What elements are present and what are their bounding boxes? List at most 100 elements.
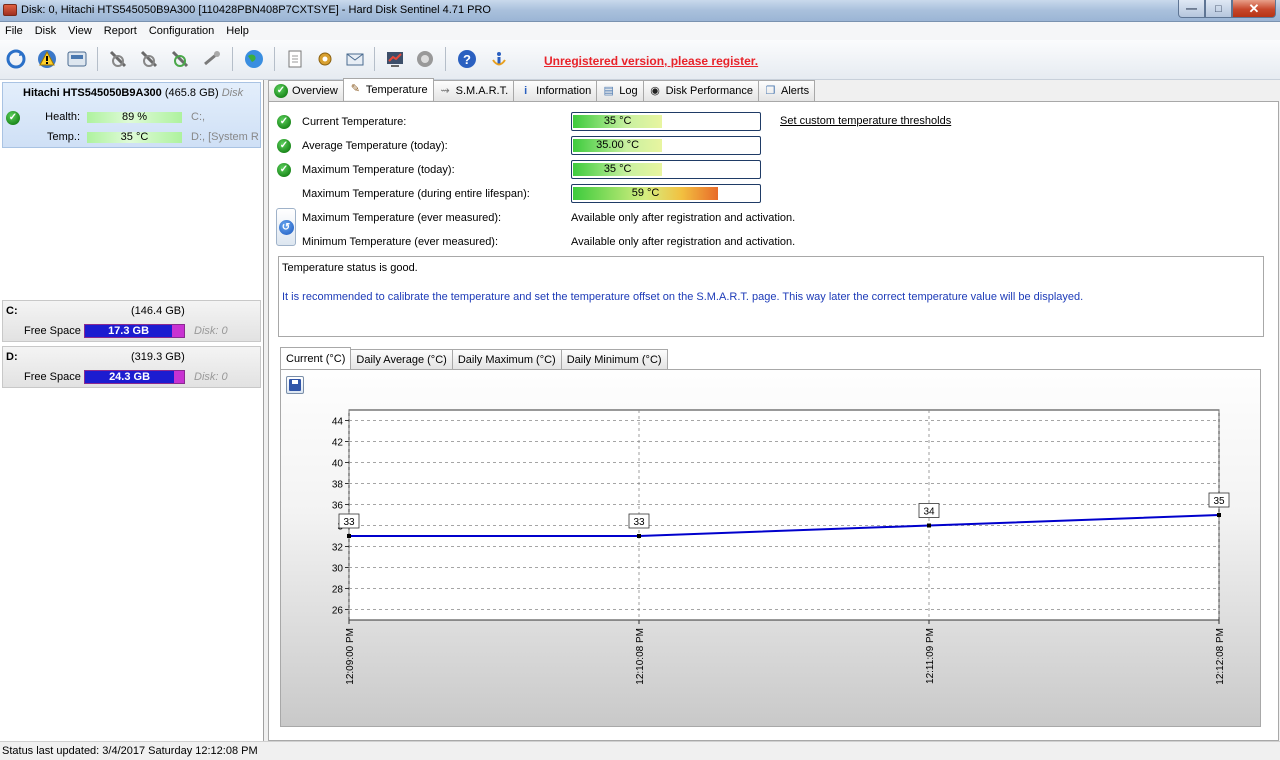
temp-drive: D:, [System R bbox=[191, 131, 259, 143]
temperature-chart: 262830323363840424412:09:00 PM12:10:08 P… bbox=[332, 409, 1230, 685]
tab-alerts[interactable]: ❐ Alerts bbox=[757, 80, 816, 101]
tab-disk-performance[interactable]: ◉ Disk Performance bbox=[642, 80, 759, 101]
toolbar-separator bbox=[274, 47, 275, 71]
disk-model: Hitachi HTS545050B9A300 bbox=[23, 87, 162, 99]
test-icon[interactable] bbox=[107, 48, 129, 70]
thermometer-icon: ✎ bbox=[350, 83, 360, 95]
menu-report[interactable]: Report bbox=[99, 25, 144, 37]
ok-icon: ✓ bbox=[277, 163, 291, 177]
y-tick-label: 40 bbox=[332, 459, 344, 470]
tab-smart[interactable]: ⇝ S.M.A.R.T. bbox=[432, 80, 515, 101]
close-icon: ✕ bbox=[1248, 0, 1260, 16]
tab-label: Disk Performance bbox=[665, 85, 753, 97]
menu-file[interactable]: File bbox=[0, 25, 30, 37]
tab-label: Alerts bbox=[780, 85, 810, 97]
toolbar: ? Unregistered version, please register. bbox=[0, 40, 1280, 80]
free-space-label: Free Space bbox=[24, 325, 81, 337]
maximize-button[interactable]: □ bbox=[1205, 0, 1232, 18]
y-tick-label: 38 bbox=[332, 480, 344, 491]
tab-label: Log bbox=[619, 85, 638, 97]
disk-entry[interactable]: Hitachi HTS545050B9A300 (465.8 GB) Disk … bbox=[2, 82, 261, 148]
disk-name: Hitachi HTS545050B9A300 (465.8 GB) Disk bbox=[23, 87, 259, 99]
volume-total: (146.4 GB) bbox=[131, 305, 185, 317]
min-ever-label: Minimum Temperature (ever measured): bbox=[302, 236, 499, 248]
y-tick-label: 36 bbox=[332, 501, 344, 512]
menu-help[interactable]: Help bbox=[221, 25, 256, 37]
mail-icon[interactable] bbox=[344, 48, 366, 70]
log-icon: ▤ bbox=[603, 84, 614, 97]
info-icon[interactable] bbox=[488, 48, 510, 70]
help-icon[interactable]: ? bbox=[456, 48, 478, 70]
chart-tab-daily-average[interactable]: Daily Average (°C) bbox=[350, 349, 453, 369]
y-tick-label: 26 bbox=[332, 606, 344, 617]
sound-icon[interactable] bbox=[414, 48, 436, 70]
test-icon[interactable] bbox=[169, 48, 191, 70]
chart-icon[interactable] bbox=[384, 48, 406, 70]
tab-log[interactable]: ▤ Log bbox=[596, 80, 644, 101]
tab-overview[interactable]: ✓ Overview bbox=[268, 80, 344, 101]
max-lifespan-value: 59 °C bbox=[573, 187, 719, 200]
tab-temperature[interactable]: ✎ Temperature bbox=[342, 78, 434, 100]
tab-information[interactable]: i Information bbox=[513, 80, 598, 101]
volume-d[interactable]: D: (319.3 GB) Free Space 24.3 GB Disk: 0 bbox=[2, 346, 261, 388]
data-point bbox=[637, 534, 641, 538]
settings-icon[interactable] bbox=[314, 48, 336, 70]
close-button[interactable]: ✕ bbox=[1232, 0, 1276, 18]
free-space-bar: 24.3 GB bbox=[84, 370, 185, 384]
chart-tab-daily-maximum[interactable]: Daily Maximum (°C) bbox=[451, 349, 562, 369]
max-lifespan-bar: 59 °C bbox=[571, 184, 761, 203]
max-today-row: ✓ Maximum Temperature (today): 35 °C bbox=[277, 160, 977, 179]
status-text: Status last updated: 3/4/2017 Saturday 1… bbox=[2, 745, 258, 757]
tab-label: Overview bbox=[292, 85, 338, 97]
app-icon bbox=[3, 4, 17, 16]
globe-icon[interactable] bbox=[243, 48, 265, 70]
average-temp-value: 35.00 °C bbox=[573, 139, 663, 152]
status-bar: Status last updated: 3/4/2017 Saturday 1… bbox=[0, 741, 1280, 760]
register-link[interactable]: Unregistered version, please register. bbox=[544, 54, 758, 68]
data-label: 34 bbox=[923, 507, 935, 518]
test-icon[interactable] bbox=[138, 48, 160, 70]
data-point bbox=[927, 523, 931, 528]
disk-icon[interactable] bbox=[66, 48, 88, 70]
test-icon[interactable] bbox=[201, 48, 223, 70]
maximize-icon: □ bbox=[1215, 2, 1222, 15]
volume-c[interactable]: C: (146.4 GB) Free Space 17.3 GB Disk: 0 bbox=[2, 300, 261, 342]
menu-view[interactable]: View bbox=[63, 25, 99, 37]
max-today-label: Maximum Temperature (today): bbox=[302, 164, 455, 176]
toolbar-separator bbox=[445, 47, 446, 71]
main-tabs: ✓ Overview ✎ Temperature ⇝ S.M.A.R.T. i … bbox=[268, 78, 816, 101]
temp-bar: 35 °C bbox=[87, 132, 182, 143]
temp-label: Temp.: bbox=[46, 131, 80, 143]
chart-tab-daily-minimum[interactable]: Daily Minimum (°C) bbox=[560, 349, 668, 369]
temp-row: Temp.: 35 °C D:, [System R bbox=[3, 129, 262, 145]
menu-disk[interactable]: Disk bbox=[30, 25, 63, 37]
refresh-icon[interactable] bbox=[5, 48, 27, 70]
min-ever-value: Available only after registration and ac… bbox=[571, 236, 796, 248]
max-today-bar: 35 °C bbox=[571, 160, 761, 179]
toolbar-separator bbox=[374, 47, 375, 71]
health-bar: 89 % bbox=[87, 112, 182, 123]
chart-tab-current[interactable]: Current (°C) bbox=[280, 347, 352, 369]
x-tick-label: 12:09:00 PM bbox=[345, 628, 356, 685]
menu-configuration[interactable]: Configuration bbox=[144, 25, 221, 37]
report-icon[interactable] bbox=[284, 48, 306, 70]
tab-label: Information bbox=[536, 85, 592, 97]
max-lifespan-row: Maximum Temperature (during entire lifes… bbox=[277, 184, 977, 203]
window-controls: — □ ✕ bbox=[1178, 0, 1276, 18]
info-icon: i bbox=[524, 84, 528, 97]
minimize-icon: — bbox=[1186, 2, 1197, 15]
minimize-button[interactable]: — bbox=[1178, 0, 1205, 18]
current-temp-value: 35 °C bbox=[573, 115, 663, 128]
smart-icon: ⇝ bbox=[440, 84, 450, 97]
status-note-text: It is recommended to calibrate the tempe… bbox=[282, 291, 1084, 303]
disk-size: (465.8 GB) bbox=[164, 87, 219, 99]
max-ever-row: Maximum Temperature (ever measured): Ava… bbox=[277, 208, 977, 226]
chart-panel: 262830323363840424412:09:00 PM12:10:08 P… bbox=[280, 369, 1261, 727]
set-thresholds-link[interactable]: Set custom temperature thresholds bbox=[780, 115, 951, 127]
status-good-text: Temperature status is good. bbox=[282, 262, 418, 274]
toolbar-separator bbox=[97, 47, 98, 71]
max-ever-label: Maximum Temperature (ever measured): bbox=[302, 212, 502, 224]
volume-disk-tag: Disk: 0 bbox=[194, 325, 228, 337]
performance-icon: ◉ bbox=[650, 84, 660, 97]
alert-icon[interactable] bbox=[36, 48, 58, 70]
